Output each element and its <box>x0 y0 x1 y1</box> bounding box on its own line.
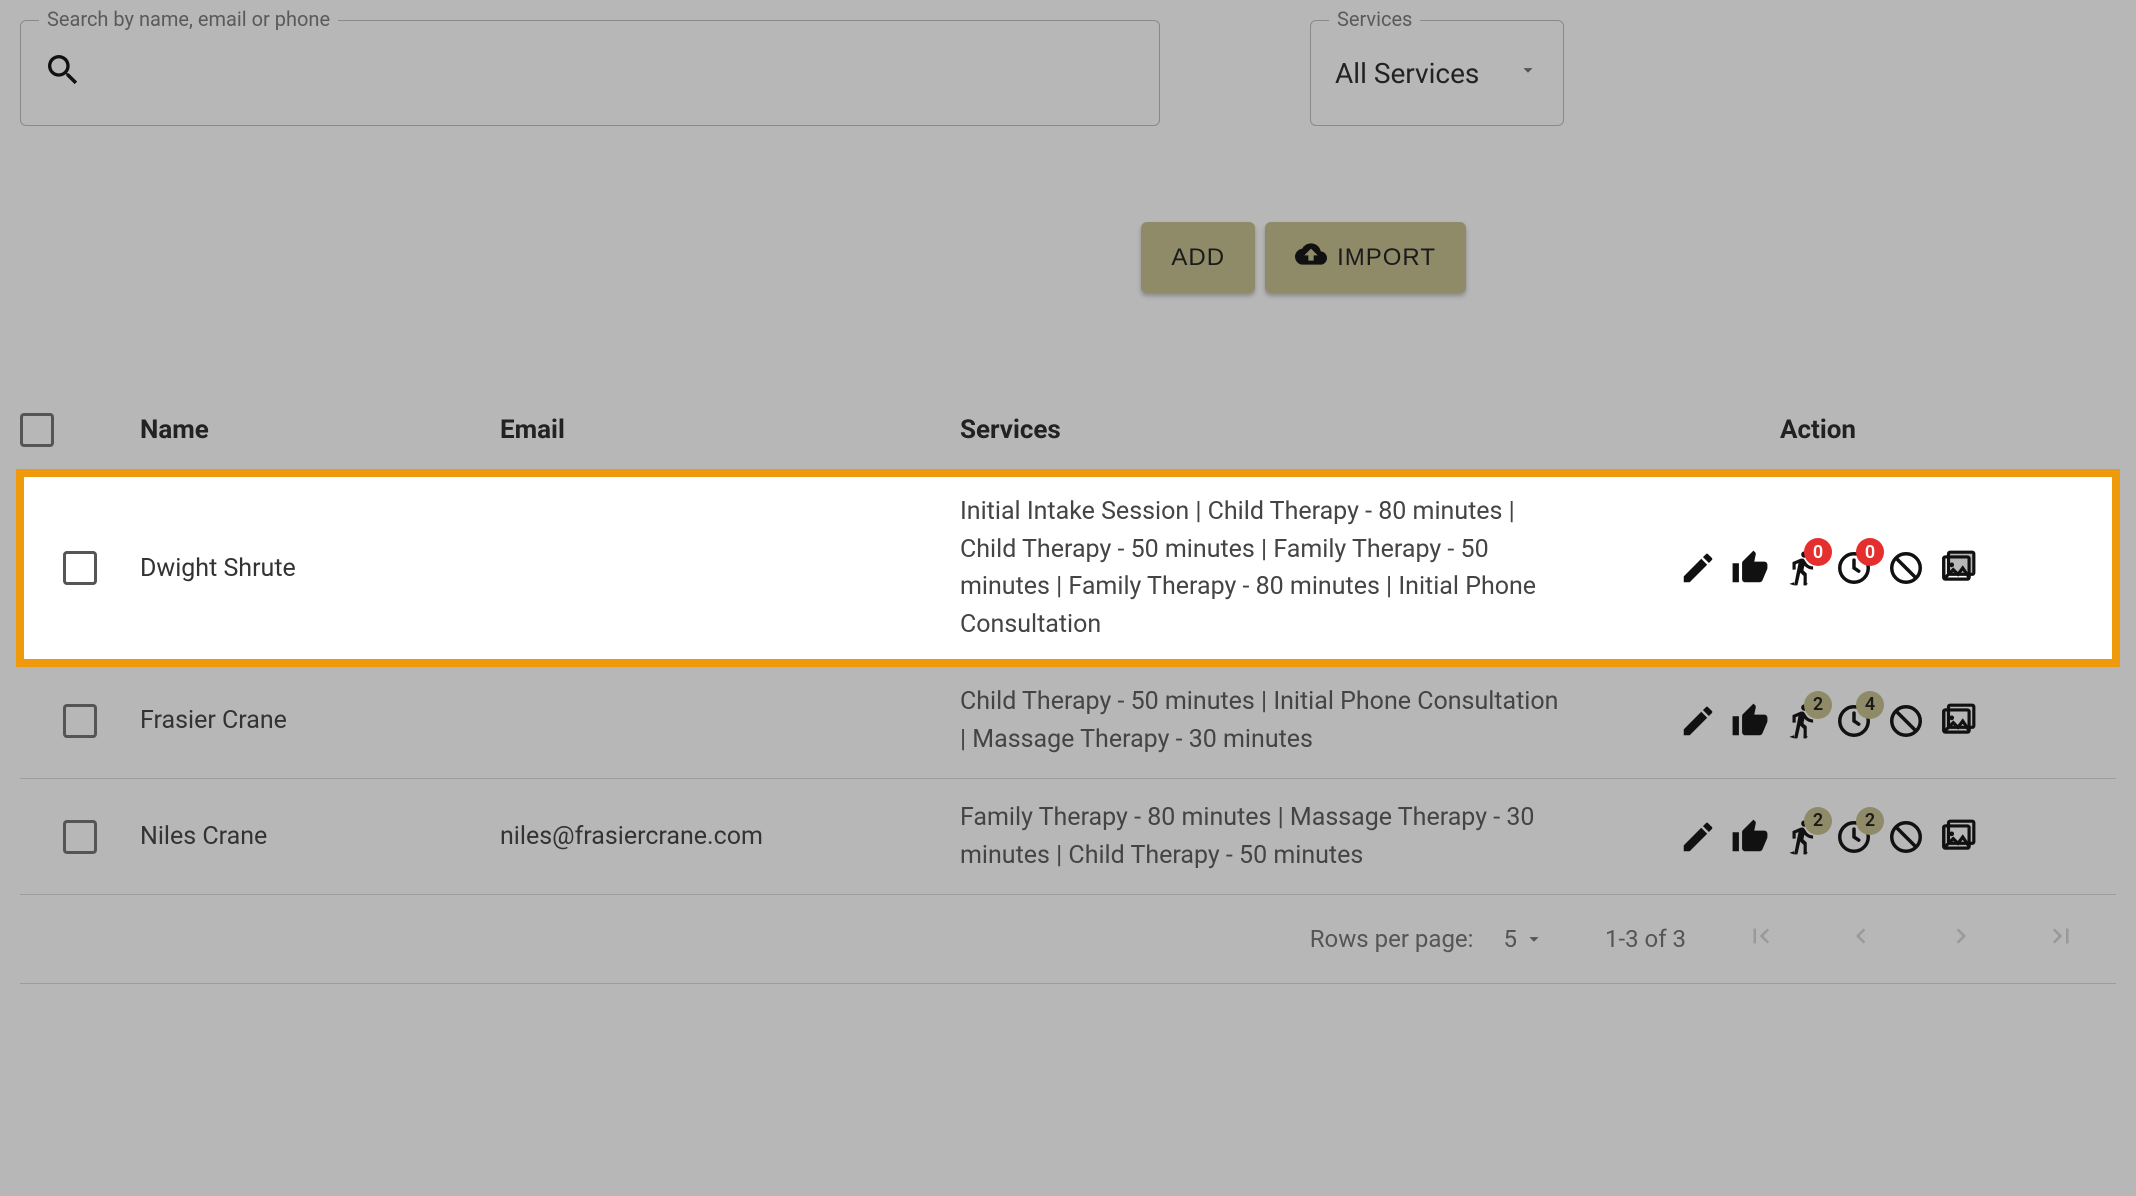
row-checkbox[interactable] <box>63 704 97 738</box>
table-row: Dwight Shrute Initial Intake Session | C… <box>20 473 2116 663</box>
select-all-checkbox[interactable] <box>20 413 54 447</box>
table-row: Frasier Crane Child Therapy - 50 minutes… <box>20 663 2116 779</box>
edit-icon[interactable] <box>1678 548 1718 588</box>
dropdown-icon <box>1523 928 1545 950</box>
search-fieldset: Search by name, email or phone <box>20 20 1160 126</box>
row-checkbox[interactable] <box>63 820 97 854</box>
col-email: Email <box>500 415 960 445</box>
import-button[interactable]: IMPORT <box>1265 222 1466 293</box>
image-icon[interactable] <box>1938 548 1978 588</box>
thumb-up-icon[interactable] <box>1730 548 1770 588</box>
services-filter-label: Services <box>1329 7 1420 31</box>
rows-per-page-label: Rows per page: <box>1310 925 1474 953</box>
badge: 2 <box>1856 807 1884 835</box>
last-page-icon[interactable] <box>2046 921 2076 957</box>
block-icon[interactable] <box>1886 817 1926 857</box>
clock-icon[interactable]: 4 <box>1834 701 1874 741</box>
services-filter[interactable]: Services All Services <box>1310 20 1564 126</box>
cell-services: Initial Intake Session | Child Therapy -… <box>960 493 1580 643</box>
badge: 0 <box>1856 538 1884 566</box>
pagination: Rows per page: 5 1-3 of 3 <box>20 895 2116 984</box>
walk-icon[interactable]: 2 <box>1782 817 1822 857</box>
cell-name: Niles Crane <box>140 822 500 851</box>
walk-icon[interactable]: 0 <box>1782 548 1822 588</box>
cell-name: Dwight Shrute <box>140 554 500 583</box>
cell-actions: 2 4 <box>1580 701 2116 741</box>
block-icon[interactable] <box>1886 548 1926 588</box>
edit-icon[interactable] <box>1678 817 1718 857</box>
thumb-up-icon[interactable] <box>1730 701 1770 741</box>
cell-services: Child Therapy - 50 minutes | Initial Pho… <box>960 683 1580 758</box>
badge: 2 <box>1804 691 1832 719</box>
search-input[interactable] <box>93 58 1137 89</box>
cell-services: Family Therapy - 80 minutes | Massage Th… <box>960 799 1580 874</box>
badge: 2 <box>1804 807 1832 835</box>
cell-actions: 2 2 <box>1580 817 2116 857</box>
col-services: Services <box>960 415 1580 445</box>
rows-per-page-select[interactable]: 5 <box>1503 925 1545 953</box>
badge: 4 <box>1856 691 1884 719</box>
col-action: Action <box>1580 415 2116 445</box>
search-label: Search by name, email or phone <box>39 7 338 31</box>
dropdown-icon <box>1517 59 1539 87</box>
search-icon <box>43 50 83 96</box>
page-range: 1-3 of 3 <box>1605 925 1686 953</box>
cell-actions: 0 0 <box>1580 548 2116 588</box>
block-icon[interactable] <box>1886 701 1926 741</box>
prev-page-icon[interactable] <box>1846 921 1876 957</box>
table-row: Niles Crane niles@frasiercrane.com Famil… <box>20 779 2116 895</box>
next-page-icon[interactable] <box>1946 921 1976 957</box>
clock-icon[interactable]: 0 <box>1834 548 1874 588</box>
edit-icon[interactable] <box>1678 701 1718 741</box>
add-button[interactable]: ADD <box>1141 222 1255 293</box>
image-icon[interactable] <box>1938 817 1978 857</box>
rows-per-page-value: 5 <box>1503 925 1517 953</box>
col-name: Name <box>140 415 500 445</box>
badge: 0 <box>1804 538 1832 566</box>
walk-icon[interactable]: 2 <box>1782 701 1822 741</box>
row-checkbox[interactable] <box>63 551 97 585</box>
cell-email: niles@frasiercrane.com <box>500 822 960 851</box>
cell-name: Frasier Crane <box>140 706 500 735</box>
image-icon[interactable] <box>1938 701 1978 741</box>
services-filter-value: All Services <box>1335 57 1479 90</box>
clock-icon[interactable]: 2 <box>1834 817 1874 857</box>
cloud-upload-icon <box>1295 238 1327 277</box>
import-button-label: IMPORT <box>1337 244 1436 272</box>
add-button-label: ADD <box>1171 244 1225 272</box>
table-header: Name Email Services Action <box>20 413 2116 473</box>
first-page-icon[interactable] <box>1746 921 1776 957</box>
thumb-up-icon[interactable] <box>1730 817 1770 857</box>
data-table: Name Email Services Action Dwight Shrute… <box>20 413 2116 984</box>
